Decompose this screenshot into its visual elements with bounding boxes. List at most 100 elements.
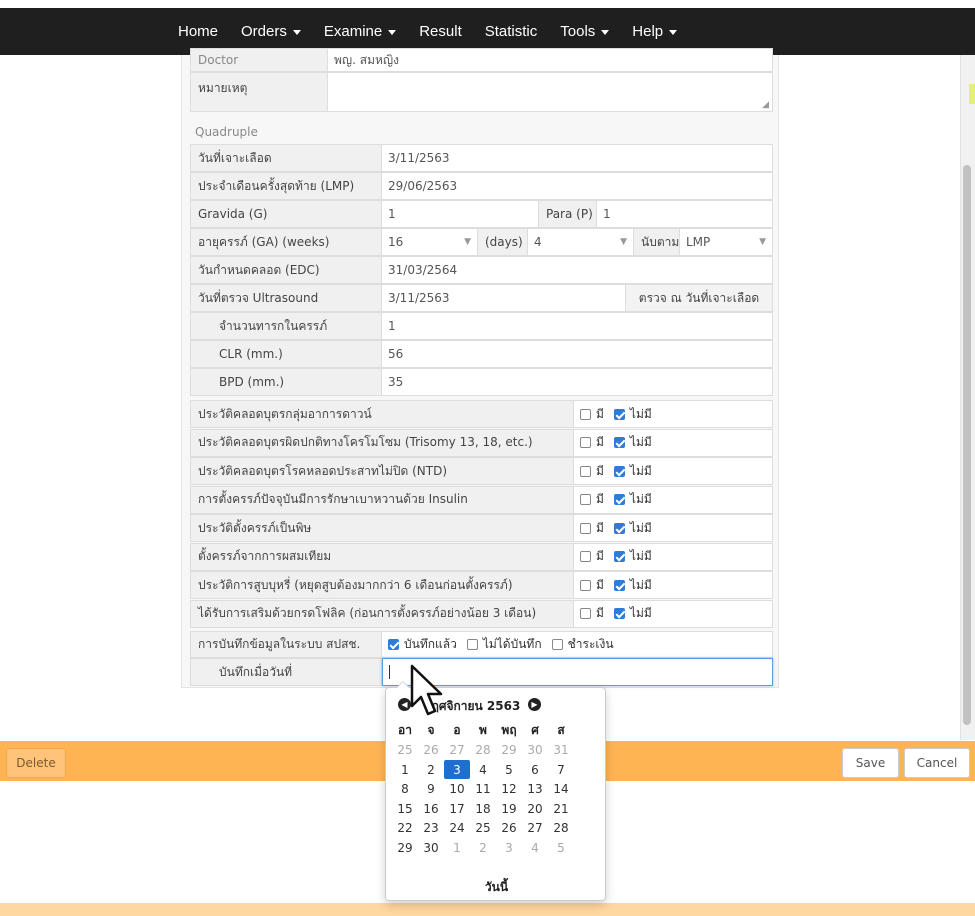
doctor-field[interactable]: พญ. สมหญิง (328, 48, 773, 72)
save-button[interactable]: Save (842, 748, 899, 778)
datepicker-day[interactable]: 4 (470, 760, 496, 779)
checkbox-icon[interactable] (580, 437, 591, 448)
datepicker-day[interactable]: 19 (496, 799, 522, 818)
ga-days-select[interactable]: 4 ▼ (528, 228, 634, 256)
checkbox-icon[interactable] (551, 639, 563, 650)
checkbox-icon[interactable] (580, 465, 591, 477)
checkbox-checked-icon[interactable] (613, 579, 625, 591)
checkbox-checked-icon[interactable] (613, 608, 625, 619)
datepicker-day[interactable]: 24 (444, 819, 470, 838)
nav-examine[interactable]: Examine (324, 23, 397, 40)
datepicker-day[interactable]: 2 (470, 838, 496, 857)
datepicker-day[interactable]: 25 (470, 819, 496, 838)
datepicker-day[interactable]: 8 (392, 780, 418, 799)
nav-help[interactable]: Help (632, 23, 678, 40)
fetus-count-input[interactable]: 1 (382, 312, 773, 340)
datepicker-day[interactable]: 17 (444, 799, 470, 818)
bpd-input[interactable]: 35 (382, 368, 773, 396)
datepicker-day[interactable]: 23 (418, 819, 444, 838)
datepicker-day[interactable]: 27 (522, 819, 548, 838)
history-option-no[interactable]: ไม่มี (613, 519, 652, 538)
datepicker-day[interactable]: 3 (444, 760, 470, 779)
datepicker-day[interactable]: 30 (418, 838, 444, 857)
datepicker-day[interactable]: 7 (548, 760, 574, 779)
datepicker-day[interactable]: 21 (548, 799, 574, 818)
datepicker-day[interactable]: 12 (496, 780, 522, 799)
note-textarea[interactable]: ◢ (328, 72, 773, 112)
datepicker-day[interactable]: 1 (444, 838, 470, 857)
checkbox-icon[interactable] (580, 494, 591, 505)
datepicker-day[interactable]: 26 (418, 741, 444, 760)
checkbox-checked-icon[interactable] (613, 437, 625, 448)
nav-home[interactable]: Home (178, 23, 218, 40)
nav-orders[interactable]: Orders (241, 23, 301, 40)
datepicker-day[interactable]: 1 (392, 760, 418, 779)
checkbox-checked-icon[interactable] (613, 494, 625, 505)
checkbox-checked-icon[interactable] (613, 522, 625, 534)
history-option-yes[interactable]: มี (580, 519, 604, 538)
history-option-no[interactable]: ไม่มี (613, 604, 652, 623)
history-option-no[interactable]: ไม่มี (613, 576, 652, 595)
checkbox-checked-icon[interactable] (613, 465, 625, 477)
count-by-select[interactable]: LMP ▼ (680, 228, 773, 256)
datepicker-day[interactable]: 4 (522, 838, 548, 857)
datepicker-today-button[interactable]: วันนี้ (386, 878, 607, 897)
datepicker-day[interactable]: 26 (496, 819, 522, 838)
datepicker-day[interactable]: 5 (496, 760, 522, 779)
datepicker-day[interactable]: 10 (444, 780, 470, 799)
history-option-no[interactable]: ไม่มี (613, 490, 652, 509)
history-option-yes[interactable]: มี (580, 490, 604, 509)
datepicker-day[interactable]: 31 (548, 741, 574, 760)
nav-tools[interactable]: Tools (560, 23, 610, 40)
record-option-recorded[interactable]: บันทึกแล้ว (388, 635, 457, 654)
checkbox-icon[interactable] (580, 579, 591, 591)
record-option-not-recorded[interactable]: ไม่ได้บันทึก (466, 635, 542, 654)
datepicker-day[interactable]: 28 (548, 819, 574, 838)
datepicker-day[interactable]: 20 (522, 799, 548, 818)
checkbox-icon[interactable] (466, 639, 478, 650)
history-option-yes[interactable]: มี (580, 604, 604, 623)
checkbox-checked-icon[interactable] (613, 408, 625, 420)
blood-date-input[interactable]: 3/11/2563 (382, 144, 773, 172)
checkbox-icon[interactable] (580, 408, 591, 420)
gravida-input[interactable]: 1 (382, 200, 539, 228)
datepicker-day[interactable]: 29 (392, 838, 418, 857)
page-scrollbar-thumb[interactable] (963, 165, 971, 725)
datepicker-day[interactable]: 25 (392, 741, 418, 760)
history-option-yes[interactable]: มี (580, 433, 604, 452)
datepicker-day[interactable]: 13 (522, 780, 548, 799)
nav-statistic[interactable]: Statistic (485, 23, 538, 40)
datepicker-day[interactable]: 14 (548, 780, 574, 799)
checkbox-checked-icon[interactable] (388, 639, 399, 650)
datepicker-day[interactable]: 27 (444, 741, 470, 760)
cancel-button[interactable]: Cancel (904, 748, 970, 778)
history-option-yes[interactable]: มี (580, 547, 604, 566)
lmp-input[interactable]: 29/06/2563 (382, 172, 773, 200)
delete-button[interactable]: Delete (6, 748, 66, 778)
resize-handle-icon[interactable]: ◢ (762, 100, 769, 110)
datepicker-day[interactable]: 9 (418, 780, 444, 799)
nav-result[interactable]: Result (419, 23, 462, 40)
datepicker-day[interactable]: 6 (522, 760, 548, 779)
chevron-right-icon[interactable]: ▶ (528, 698, 541, 711)
datepicker-day[interactable]: 18 (470, 799, 496, 818)
checkbox-icon[interactable] (580, 522, 591, 534)
datepicker-day[interactable]: 15 (392, 799, 418, 818)
history-option-yes[interactable]: มี (580, 405, 604, 424)
datepicker-day[interactable]: 29 (496, 741, 522, 760)
history-option-no[interactable]: ไม่มี (613, 462, 652, 481)
checkbox-icon[interactable] (580, 608, 591, 619)
history-option-no[interactable]: ไม่มี (613, 547, 652, 566)
datepicker-day[interactable]: 2 (418, 760, 444, 779)
datepicker-day[interactable]: 22 (392, 819, 418, 838)
record-option-paid[interactable]: ชำระเงิน (551, 635, 614, 654)
checkbox-icon[interactable] (580, 551, 591, 562)
datepicker-day[interactable]: 3 (496, 838, 522, 857)
ultrasound-date-input[interactable]: 3/11/2563 (382, 284, 626, 312)
crl-input[interactable]: 56 (382, 340, 773, 368)
history-option-yes[interactable]: มี (580, 462, 604, 481)
para-input[interactable]: 1 (597, 200, 773, 228)
history-option-no[interactable]: ไม่มี (613, 405, 652, 424)
checkbox-checked-icon[interactable] (613, 551, 625, 562)
datepicker-day[interactable]: 5 (548, 838, 574, 857)
